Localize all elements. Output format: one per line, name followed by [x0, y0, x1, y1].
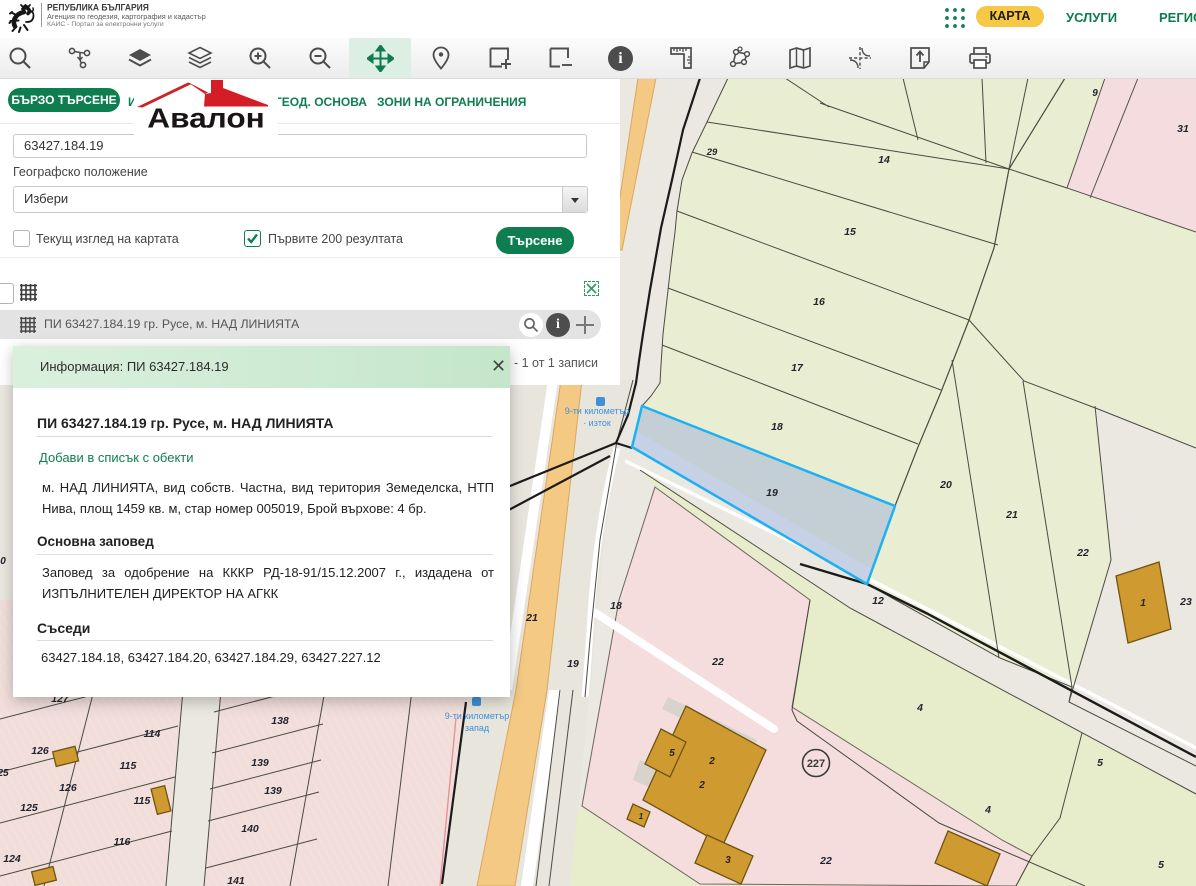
svg-text:18: 18 [771, 421, 783, 433]
svg-text:19: 19 [766, 487, 778, 499]
svg-text:25: 25 [0, 768, 9, 779]
svg-text:запад: запад [465, 723, 490, 733]
svg-text:Авалон: Авалон [147, 103, 265, 134]
svg-text:9-ти километър: 9-ти километър [445, 711, 510, 721]
svg-text:9: 9 [1092, 88, 1098, 99]
svg-text:16: 16 [813, 296, 825, 308]
svg-text:124: 124 [3, 853, 21, 865]
svg-text:5: 5 [1158, 859, 1164, 871]
svg-text:2: 2 [698, 780, 705, 791]
svg-text:2: 2 [708, 756, 715, 767]
svg-text:12: 12 [872, 595, 884, 607]
svg-text:31: 31 [1177, 123, 1189, 135]
svg-text:139: 139 [251, 757, 269, 769]
svg-text:139: 139 [264, 785, 282, 797]
svg-text:4: 4 [916, 702, 923, 714]
svg-text:116: 116 [114, 836, 131, 848]
svg-text:15: 15 [844, 226, 856, 238]
svg-text:21: 21 [1005, 509, 1018, 521]
svg-text:1: 1 [639, 812, 644, 821]
svg-text:5: 5 [1097, 757, 1103, 769]
svg-text:115: 115 [134, 795, 151, 807]
svg-text:19: 19 [567, 658, 579, 670]
svg-text:20: 20 [939, 479, 952, 491]
svg-text:18: 18 [610, 600, 622, 612]
svg-text:138: 138 [271, 715, 289, 727]
svg-text:3: 3 [725, 855, 731, 866]
svg-text:114: 114 [144, 728, 161, 740]
svg-text:0: 0 [0, 556, 6, 567]
svg-text:22: 22 [711, 656, 724, 668]
svg-text:141: 141 [227, 875, 245, 886]
svg-text:126: 126 [59, 782, 77, 794]
svg-text:1: 1 [1140, 598, 1146, 609]
svg-text:140: 140 [241, 823, 259, 835]
svg-text:4: 4 [984, 804, 991, 816]
svg-text:21: 21 [525, 612, 538, 624]
svg-text:14: 14 [878, 154, 890, 166]
svg-text:22: 22 [1076, 547, 1089, 559]
svg-text:5: 5 [669, 748, 675, 759]
svg-text:· изток: · изток [583, 418, 611, 428]
svg-text:227: 227 [807, 758, 825, 770]
svg-text:29: 29 [706, 147, 718, 158]
svg-text:125: 125 [20, 802, 38, 814]
svg-text:115: 115 [120, 760, 137, 772]
svg-text:17: 17 [791, 362, 804, 374]
svg-text:9-ти километър: 9-ти километър [565, 406, 630, 416]
svg-text:23: 23 [1179, 596, 1192, 608]
svg-text:126: 126 [31, 745, 49, 757]
svg-text:22: 22 [819, 855, 832, 867]
